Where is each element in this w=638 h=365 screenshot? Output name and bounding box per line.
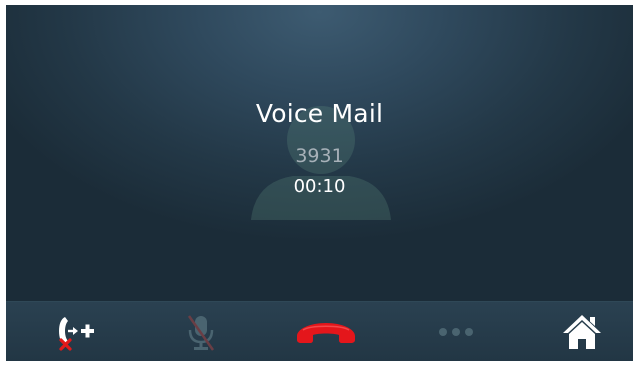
call-toolbar (6, 301, 633, 361)
microphone-muted-icon (187, 315, 215, 351)
home-icon (563, 315, 601, 349)
more-dots-icon (439, 328, 473, 336)
call-duration: 00:10 (293, 176, 346, 197)
hang-up-icon (297, 323, 355, 343)
transfer-button[interactable] (36, 302, 116, 361)
end-call-button[interactable] (286, 302, 366, 361)
more-button[interactable] (416, 302, 496, 361)
call-info: Voice Mail 3931 00:10 (6, 5, 633, 301)
call-screen: Voice Mail 3931 00:10 (6, 5, 633, 361)
home-button[interactable] (542, 302, 622, 361)
caller-name: Voice Mail (255, 99, 384, 128)
mute-button[interactable] (161, 302, 241, 361)
caller-number: 3931 (295, 145, 344, 167)
call-transfer-icon (59, 317, 94, 351)
